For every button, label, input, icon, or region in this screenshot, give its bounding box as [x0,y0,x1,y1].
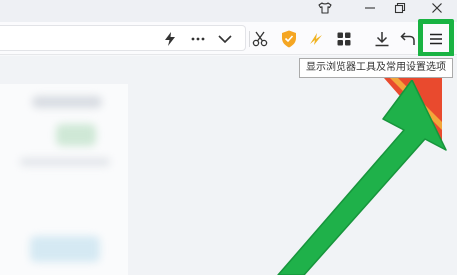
speed-icon[interactable] [306,29,326,49]
minimize-icon[interactable] [355,0,385,16]
more-icon[interactable] [188,29,208,49]
title-bar [0,0,457,22]
menu-button-highlight [418,19,454,57]
shield-icon[interactable] [279,29,299,49]
menu-tooltip: 显示浏览器工具及常用设置选项 [299,58,453,78]
lightning-icon[interactable] [160,29,180,49]
blurred-block [30,236,100,262]
undo-icon[interactable] [398,29,418,49]
content-card [0,84,128,275]
close-icon[interactable] [422,0,452,16]
tshirt-icon[interactable] [310,0,340,16]
browser-toolbar [0,22,457,55]
pointer-arrow [277,80,447,275]
address-bar[interactable] [0,25,246,51]
restore-icon[interactable] [385,0,415,16]
blurred-text [32,96,102,108]
download-icon[interactable] [372,29,392,49]
scissors-icon[interactable] [250,29,270,49]
blurred-badge [56,124,96,146]
chevron-down-icon[interactable] [215,29,235,49]
blurred-line [20,158,110,166]
apps-icon[interactable] [334,29,354,49]
